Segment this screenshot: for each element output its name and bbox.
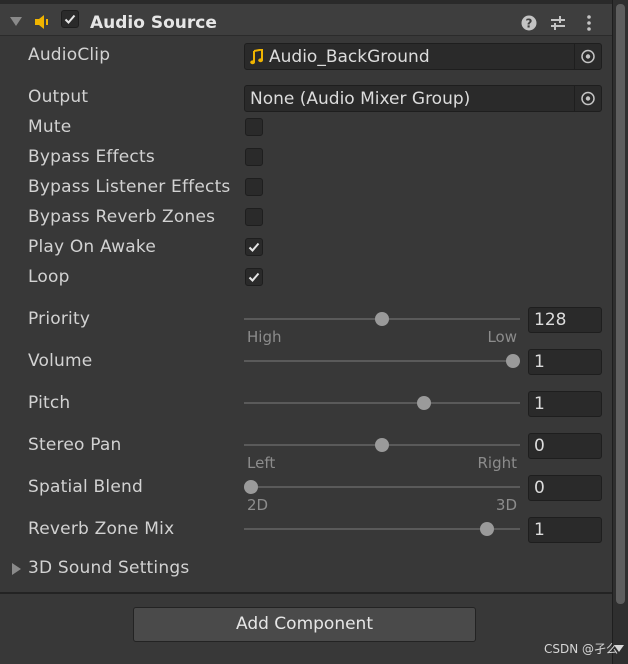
foldout-arrow-icon[interactable]: [10, 17, 22, 26]
slider-track: [244, 402, 520, 404]
stereo-pan-min-label: Left: [247, 454, 276, 472]
bypass-listener-effects-label: Bypass Listener Effects: [28, 177, 231, 197]
spatial-blend-label: Spatial Blend: [28, 477, 143, 497]
checkmark-icon: [248, 242, 260, 252]
audioclip-value: Audio_BackGround: [269, 47, 430, 67]
stereo-pan-label: Stereo Pan: [28, 435, 122, 455]
component-header[interactable]: Audio Source ?: [0, 4, 612, 36]
stereo-pan-slider[interactable]: [244, 435, 520, 455]
slider-thumb[interactable]: [375, 312, 389, 326]
priority-slider[interactable]: [244, 309, 520, 329]
slider-thumb[interactable]: [506, 354, 520, 368]
audioclip-label: AudioClip: [28, 45, 111, 65]
slider-thumb[interactable]: [375, 438, 389, 452]
pitch-label: Pitch: [28, 393, 71, 413]
reverb-zone-mix-input[interactable]: 1: [528, 517, 602, 543]
output-value: None (Audio Mixer Group): [250, 89, 471, 109]
scrollbar-thumb[interactable]: [616, 4, 625, 604]
bypass-reverb-zones-label: Bypass Reverb Zones: [28, 207, 216, 227]
priority-max-label: Low: [487, 328, 517, 346]
priority-input[interactable]: 128: [528, 307, 602, 333]
loop-label: Loop: [28, 267, 70, 287]
more-options-icon[interactable]: [580, 14, 598, 32]
spatial-blend-min-label: 2D: [247, 496, 269, 514]
bypass-effects-checkbox[interactable]: [245, 148, 263, 166]
pitch-input[interactable]: 1: [528, 391, 602, 417]
expand-arrow-icon[interactable]: [12, 563, 21, 575]
component-enabled-checkbox[interactable]: [61, 10, 79, 28]
bypass-listener-effects-checkbox[interactable]: [245, 178, 263, 196]
volume-input[interactable]: 1: [528, 349, 602, 375]
component-title: Audio Source: [90, 13, 217, 33]
music-note-icon: [250, 49, 263, 65]
3d-sound-settings-foldout[interactable]: 3D Sound Settings: [28, 558, 189, 578]
spatial-blend-input[interactable]: 0: [528, 475, 602, 501]
presets-icon[interactable]: [549, 14, 567, 32]
slider-track: [244, 360, 520, 362]
inspector-panel: Audio Source ? AudioClip Audio_BackGroun…: [0, 0, 612, 592]
object-picker-icon: [581, 91, 595, 106]
bypass-effects-label: Bypass Effects: [28, 147, 155, 167]
volume-slider[interactable]: [244, 351, 520, 371]
reverb-zone-mix-slider[interactable]: [244, 519, 520, 539]
dropdown-arrow-icon: [614, 645, 624, 652]
output-field[interactable]: None (Audio Mixer Group): [244, 85, 602, 112]
pitch-slider[interactable]: [244, 393, 520, 413]
slider-track: [244, 528, 520, 530]
slider-thumb[interactable]: [479, 522, 494, 536]
vertical-scrollbar[interactable]: [612, 0, 628, 664]
watermark-text: CSDN @孑么: [544, 642, 619, 656]
slider-track: [244, 486, 520, 488]
reverb-zone-mix-label: Reverb Zone Mix: [28, 519, 175, 539]
priority-label: Priority: [28, 309, 91, 329]
output-picker-button[interactable]: [574, 86, 601, 111]
volume-label: Volume: [28, 351, 93, 371]
spatial-blend-max-label: 3D: [495, 496, 517, 514]
loop-checkbox[interactable]: [245, 268, 263, 286]
svg-text:?: ?: [526, 17, 533, 31]
bypass-reverb-zones-checkbox[interactable]: [245, 208, 263, 226]
stereo-pan-max-label: Right: [477, 454, 518, 472]
priority-min-label: High: [247, 328, 282, 346]
slider-thumb[interactable]: [416, 396, 431, 410]
audioclip-picker-button[interactable]: [574, 44, 601, 69]
add-component-button[interactable]: Add Component: [133, 607, 476, 642]
audioclip-field[interactable]: Audio_BackGround: [244, 43, 602, 70]
mute-checkbox[interactable]: [245, 118, 263, 136]
slider-thumb[interactable]: [244, 480, 258, 494]
speaker-icon: [35, 15, 48, 29]
help-icon[interactable]: ?: [520, 14, 538, 32]
output-label: Output: [28, 87, 89, 107]
section-divider: [0, 592, 612, 594]
play-on-awake-checkbox[interactable]: [245, 238, 263, 256]
mute-label: Mute: [28, 117, 72, 137]
stereo-pan-input[interactable]: 0: [528, 433, 602, 459]
checkmark-icon: [248, 272, 260, 282]
spatial-blend-slider[interactable]: [244, 477, 520, 497]
play-on-awake-label: Play On Awake: [28, 237, 156, 257]
object-picker-icon: [581, 49, 595, 64]
